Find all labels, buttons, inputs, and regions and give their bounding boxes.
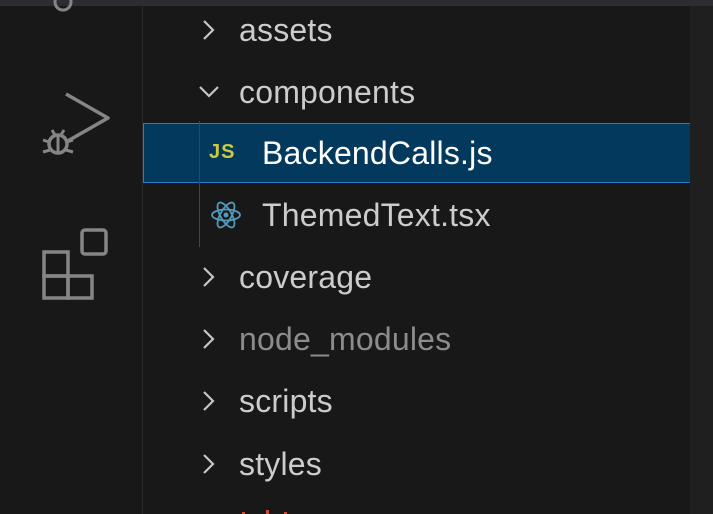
chevron-down-icon	[197, 62, 219, 122]
scrollbar-track[interactable]	[690, 6, 713, 514]
tree-item-styles[interactable]: styles	[143, 434, 691, 494]
extensions-icon[interactable]	[38, 226, 114, 302]
tree-item-components[interactable]: components	[143, 62, 691, 122]
tree-item-coverage[interactable]: coverage	[143, 247, 691, 307]
js-badge: JS	[209, 141, 236, 163]
tree-item-label: BackendCalls.js	[262, 135, 493, 171]
tree-item-node-modules[interactable]: node_modules	[143, 309, 691, 369]
tree-item-themedtext-tsx[interactable]: ThemedText.tsx	[143, 185, 691, 245]
run-and-debug-icon[interactable]	[38, 90, 112, 164]
accounts-icon[interactable]	[48, 0, 78, 22]
activity-bar	[0, 0, 142, 514]
explorer-tree: assets components JS BackendCalls.js The…	[143, 6, 713, 514]
vscode-window: assets components JS BackendCalls.js The…	[0, 0, 713, 514]
chevron-right-icon	[199, 0, 219, 60]
tree-item-scripts[interactable]: scripts	[143, 371, 691, 431]
tree-item-label: assets	[239, 12, 333, 48]
chevron-right-icon	[199, 434, 219, 494]
indent-guide	[199, 121, 200, 247]
react-icon	[209, 185, 243, 245]
js-file-icon: JS	[209, 123, 243, 183]
tree-item-backendcalls-js[interactable]: JS BackendCalls.js	[143, 123, 691, 183]
tree-item-label: components	[239, 74, 416, 110]
tree-item-label: styles	[239, 446, 322, 482]
tree-item-label: scripts	[239, 383, 333, 419]
tree-item-assets[interactable]: assets	[143, 0, 691, 60]
tree-item-partially-visible	[236, 506, 356, 514]
chevron-right-icon	[199, 371, 219, 431]
tree-item-label: coverage	[239, 259, 373, 295]
chevron-right-icon	[199, 309, 219, 369]
tree-item-label: node_modules	[239, 321, 452, 357]
tree-item-label: ThemedText.tsx	[262, 197, 491, 233]
chevron-right-icon	[199, 247, 219, 307]
